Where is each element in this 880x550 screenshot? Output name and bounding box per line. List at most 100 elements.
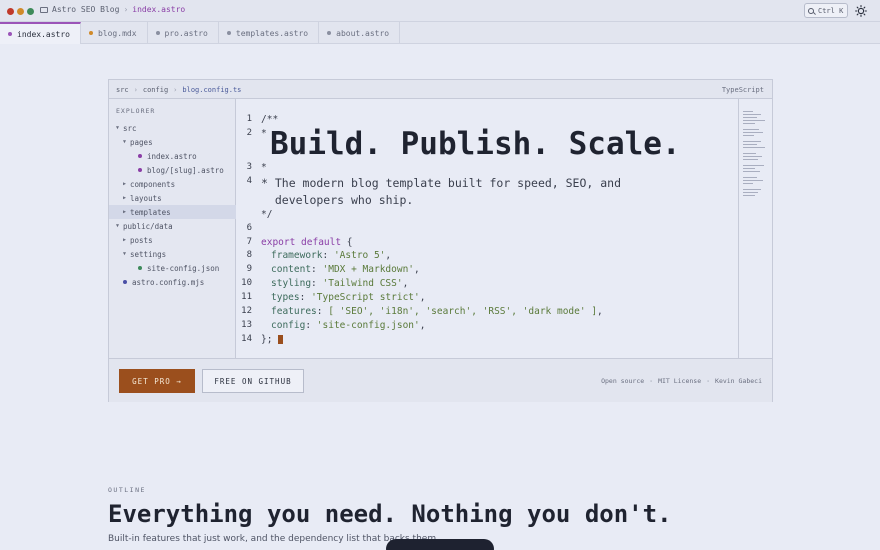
meta-separator: · — [649, 377, 654, 385]
minimize-window-button[interactable] — [17, 8, 24, 15]
property-key: types — [271, 292, 300, 303]
tab-label: pro.astro — [164, 28, 208, 38]
string-value: 'MDX + Markdown' — [322, 264, 415, 275]
tab-label: templates.astro — [235, 28, 309, 38]
code-line-styling: styling: 'Tailwind CSS', — [271, 278, 409, 289]
path-segment[interactable]: src — [116, 86, 129, 94]
tree-item-index-astro[interactable]: index.astro — [138, 149, 236, 163]
string-value: 'Astro 5' — [333, 250, 386, 261]
tree-item-layouts[interactable]: ▶ layouts — [123, 191, 236, 205]
tab-pro-astro[interactable]: pro.astro — [148, 22, 219, 44]
project-name[interactable]: Astro SEO Blog — [52, 5, 119, 14]
tab-label: about.astro — [336, 28, 390, 38]
search-button[interactable]: Ctrl K — [804, 3, 848, 18]
theme-toggle-sun-icon[interactable] — [855, 5, 867, 17]
code-line-close: }; — [261, 334, 284, 345]
minimap-line — [743, 183, 753, 184]
close-window-button[interactable] — [7, 8, 14, 15]
editor-panel: src › config › blog.config.ts TypeScript… — [108, 79, 773, 402]
floating-dock[interactable] — [386, 539, 494, 550]
tree-item-templates[interactable]: ▶ templates — [109, 205, 236, 219]
folder-icon — [40, 6, 48, 13]
maximize-window-button[interactable] — [27, 8, 34, 15]
footer-meta: Open source · MIT License · Kevin Gabeci — [601, 377, 762, 385]
tab-index-astro[interactable]: index.astro — [0, 22, 81, 44]
tree-item-label: settings — [130, 249, 167, 259]
property-key: styling — [271, 278, 312, 289]
tree-item-label: astro.config.mjs — [132, 277, 205, 287]
tab-label: blog.mdx — [97, 28, 137, 38]
file-dot-icon — [138, 266, 142, 270]
line-number: 13 — [241, 320, 252, 330]
file-dot-icon — [8, 32, 12, 36]
minimap-line — [743, 153, 756, 154]
file-dot-icon — [155, 31, 160, 35]
search-icon — [808, 7, 814, 14]
file-dot-icon — [138, 168, 142, 172]
meta-license: MIT License — [658, 377, 702, 385]
panel-header: src › config › blog.config.ts TypeScript — [109, 80, 772, 99]
free-on-github-button[interactable]: FREE ON GITHUB — [202, 369, 304, 393]
tree-item-pages[interactable]: ▼ pages — [123, 135, 236, 149]
tagline-line-2: developers who ship. — [261, 193, 414, 207]
tree-item-blog-slug-astro[interactable]: blog/[slug].astro — [138, 163, 236, 177]
string-value: [ 'SEO', 'i18n', 'search', 'RSS', 'dark … — [328, 306, 598, 317]
tree-item-src[interactable]: ▼ src — [116, 121, 236, 135]
explorer-title: EXPLORER — [116, 107, 156, 115]
tree-item-settings[interactable]: ▼ settings — [123, 247, 236, 261]
line-number: 4 — [246, 176, 252, 186]
tree-item-label: pages — [130, 137, 153, 147]
line-number: 9 — [246, 264, 252, 274]
code-line: * — [261, 128, 267, 139]
property-key: features — [271, 306, 317, 317]
path-separator: › — [173, 86, 178, 94]
path-separator: › — [133, 86, 138, 94]
file-explorer: EXPLORER ▼ src ▼ pages index.astro blog/[s… — [109, 99, 236, 358]
minimap-line — [743, 147, 765, 148]
minimap-line — [743, 120, 765, 121]
minimap-line — [743, 180, 763, 181]
tree-item-label: index.astro — [147, 151, 197, 161]
tab-templates-astro[interactable]: templates.astro — [219, 22, 320, 44]
line-number: 1 — [246, 114, 252, 124]
file-path-breadcrumb: src › config › blog.config.ts — [116, 86, 241, 94]
code-line-config: config: 'site-config.json', — [271, 320, 426, 331]
code-editor[interactable]: 1 2 3 4 6 7 8 9 10 11 12 13 14 /** * Bui… — [236, 99, 738, 358]
line-number: 11 — [241, 292, 252, 302]
tree-item-label: public/data — [123, 221, 173, 231]
line-number: 10 — [241, 278, 252, 288]
tab-blog-mdx[interactable]: blog.mdx — [81, 22, 148, 44]
property-key: framework — [271, 250, 323, 261]
minimap-line — [743, 111, 753, 112]
current-file-name[interactable]: index.astro — [132, 5, 185, 14]
file-dot-icon — [123, 280, 127, 284]
tab-about-astro[interactable]: about.astro — [319, 22, 401, 44]
tree-item-posts[interactable]: ▶ posts — [123, 233, 236, 247]
minimap-line — [743, 156, 762, 157]
tree-item-label: blog/[slug].astro — [147, 165, 224, 175]
path-segment-current[interactable]: blog.config.ts — [182, 86, 241, 94]
chevron-right-icon: ▶ — [123, 209, 127, 215]
tree-item-label: templates — [130, 207, 171, 217]
minimap-line — [743, 159, 758, 160]
tree-item-components[interactable]: ▶ components — [123, 177, 236, 191]
path-segment[interactable]: config — [143, 86, 168, 94]
minimap-line — [743, 168, 755, 169]
minimap-line — [743, 123, 755, 124]
tree-item-public-data[interactable]: ▼ public/data — [116, 219, 236, 233]
minimap[interactable] — [738, 99, 772, 358]
tree-item-astro-config-mjs[interactable]: astro.config.mjs — [123, 275, 236, 289]
minimap-line — [743, 195, 755, 196]
string-value: 'TypeScript strict' — [311, 292, 420, 303]
meta-author[interactable]: Kevin Gabeci — [715, 377, 762, 385]
minimap-line — [743, 165, 764, 166]
meta-separator: · — [706, 377, 711, 385]
text-cursor — [278, 335, 284, 344]
code-line-export: export default { — [261, 237, 353, 248]
chevron-down-icon: ▼ — [123, 251, 127, 257]
tree-item-site-config-json[interactable]: site-config.json — [138, 261, 236, 275]
code-line: */ — [261, 209, 273, 220]
get-pro-button[interactable]: GET PRO → — [119, 369, 195, 393]
line-number: 14 — [241, 334, 252, 344]
line-number: 7 — [246, 237, 252, 247]
